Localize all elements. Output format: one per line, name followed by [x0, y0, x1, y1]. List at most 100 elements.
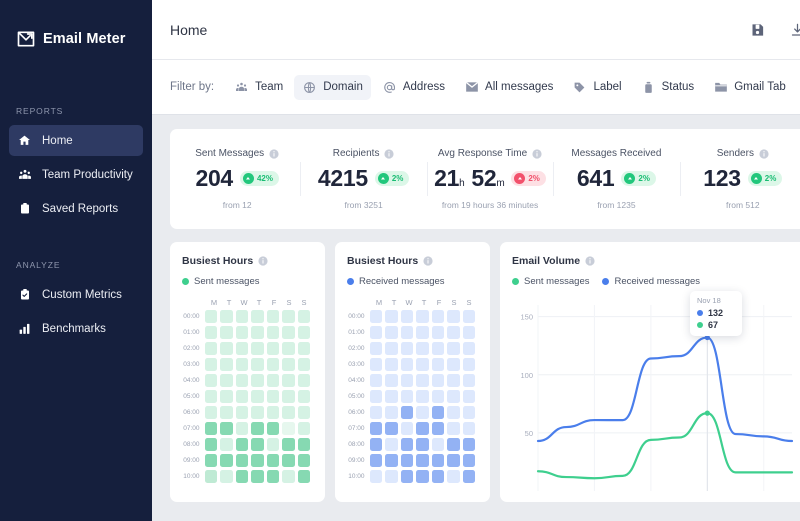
heatmap-cell[interactable]	[251, 470, 264, 483]
heatmap-cell[interactable]	[266, 342, 279, 355]
heatmap-cell[interactable]	[282, 310, 295, 323]
heatmap-cell[interactable]	[282, 470, 295, 483]
heatmap-cell[interactable]	[462, 342, 475, 355]
filter-chip-status[interactable]: Status	[633, 75, 703, 100]
heatmap-cell[interactable]	[400, 422, 413, 435]
filter-chip-all-messages[interactable]: All messages	[456, 75, 561, 100]
info-icon[interactable]	[759, 148, 769, 159]
heatmap-cell[interactable]	[385, 310, 398, 323]
heatmap-cell[interactable]	[462, 438, 475, 451]
heatmap-cell[interactable]	[266, 454, 279, 467]
heatmap-cell[interactable]	[431, 342, 444, 355]
heatmap-cell[interactable]	[369, 342, 382, 355]
info-icon[interactable]	[532, 148, 542, 159]
heatmap-cell[interactable]	[462, 310, 475, 323]
heatmap-cell[interactable]	[297, 358, 310, 371]
heatmap-cell[interactable]	[251, 342, 264, 355]
heatmap-cell[interactable]	[400, 470, 413, 483]
heatmap-cell[interactable]	[282, 374, 295, 387]
filter-chip-label[interactable]: Label	[564, 75, 629, 100]
save-report-button[interactable]	[746, 19, 768, 41]
heatmap-cell[interactable]	[220, 310, 233, 323]
brand[interactable]: Email Meter	[0, 16, 152, 56]
info-icon[interactable]	[423, 256, 433, 266]
heatmap-cell[interactable]	[416, 326, 429, 339]
heatmap-cell[interactable]	[204, 390, 217, 403]
heatmap-cell[interactable]	[220, 390, 233, 403]
filter-chip-address[interactable]: Address	[374, 75, 453, 100]
heatmap-cell[interactable]	[297, 374, 310, 387]
heatmap-cell[interactable]	[297, 342, 310, 355]
heatmap-cell[interactable]	[462, 390, 475, 403]
heatmap-cell[interactable]	[204, 342, 217, 355]
info-icon[interactable]	[258, 256, 268, 266]
heatmap-cell[interactable]	[416, 406, 429, 419]
heatmap-cell[interactable]	[251, 374, 264, 387]
heatmap-cell[interactable]	[266, 422, 279, 435]
heatmap-cell[interactable]	[447, 310, 460, 323]
filter-chip-team[interactable]: Team	[226, 75, 291, 100]
heatmap-cell[interactable]	[204, 358, 217, 371]
heatmap-cell[interactable]	[431, 406, 444, 419]
heatmap-cell[interactable]	[266, 390, 279, 403]
heatmap-cell[interactable]	[297, 326, 310, 339]
download-button[interactable]	[786, 19, 800, 41]
heatmap-cell[interactable]	[235, 342, 248, 355]
heatmap-cell[interactable]	[204, 470, 217, 483]
heatmap-cell[interactable]	[447, 422, 460, 435]
heatmap-cell[interactable]	[220, 470, 233, 483]
heatmap-cell[interactable]	[416, 374, 429, 387]
heatmap-cell[interactable]	[369, 374, 382, 387]
heatmap-cell[interactable]	[416, 470, 429, 483]
heatmap-cell[interactable]	[385, 438, 398, 451]
heatmap-cell[interactable]	[431, 390, 444, 403]
heatmap-cell[interactable]	[220, 406, 233, 419]
heatmap-cell[interactable]	[416, 422, 429, 435]
heatmap-cell[interactable]	[447, 454, 460, 467]
heatmap-cell[interactable]	[282, 342, 295, 355]
heatmap-cell[interactable]	[400, 406, 413, 419]
heatmap-cell[interactable]	[220, 438, 233, 451]
heatmap-cell[interactable]	[251, 326, 264, 339]
heatmap-cell[interactable]	[251, 406, 264, 419]
heatmap-cell[interactable]	[416, 342, 429, 355]
heatmap-cell[interactable]	[251, 310, 264, 323]
heatmap-cell[interactable]	[266, 406, 279, 419]
heatmap-cell[interactable]	[235, 406, 248, 419]
sidebar-item-custom-metrics[interactable]: Custom Metrics	[9, 279, 143, 310]
heatmap-cell[interactable]	[204, 454, 217, 467]
heatmap-cell[interactable]	[297, 390, 310, 403]
heatmap-cell[interactable]	[220, 374, 233, 387]
heatmap-cell[interactable]	[400, 358, 413, 371]
sidebar-item-benchmarks[interactable]: Benchmarks	[9, 313, 143, 344]
heatmap-cell[interactable]	[400, 454, 413, 467]
heatmap-cell[interactable]	[385, 358, 398, 371]
heatmap-cell[interactable]	[235, 358, 248, 371]
heatmap-cell[interactable]	[220, 326, 233, 339]
heatmap-cell[interactable]	[447, 358, 460, 371]
heatmap-cell[interactable]	[251, 422, 264, 435]
heatmap-cell[interactable]	[369, 406, 382, 419]
heatmap-cell[interactable]	[431, 326, 444, 339]
heatmap-cell[interactable]	[220, 342, 233, 355]
heatmap-cell[interactable]	[400, 374, 413, 387]
heatmap-cell[interactable]	[385, 390, 398, 403]
heatmap-cell[interactable]	[431, 454, 444, 467]
heatmap-cell[interactable]	[369, 310, 382, 323]
heatmap-cell[interactable]	[220, 454, 233, 467]
heatmap-cell[interactable]	[369, 358, 382, 371]
heatmap-cell[interactable]	[369, 390, 382, 403]
heatmap-cell[interactable]	[462, 406, 475, 419]
heatmap-cell[interactable]	[447, 326, 460, 339]
heatmap-cell[interactable]	[297, 310, 310, 323]
heatmap-cell[interactable]	[462, 374, 475, 387]
heatmap-cell[interactable]	[235, 310, 248, 323]
heatmap-cell[interactable]	[297, 422, 310, 435]
heatmap-cell[interactable]	[282, 326, 295, 339]
heatmap-cell[interactable]	[235, 438, 248, 451]
heatmap-cell[interactable]	[266, 358, 279, 371]
heatmap-cell[interactable]	[220, 358, 233, 371]
heatmap-cell[interactable]	[462, 358, 475, 371]
heatmap-cell[interactable]	[462, 454, 475, 467]
heatmap-cell[interactable]	[385, 470, 398, 483]
